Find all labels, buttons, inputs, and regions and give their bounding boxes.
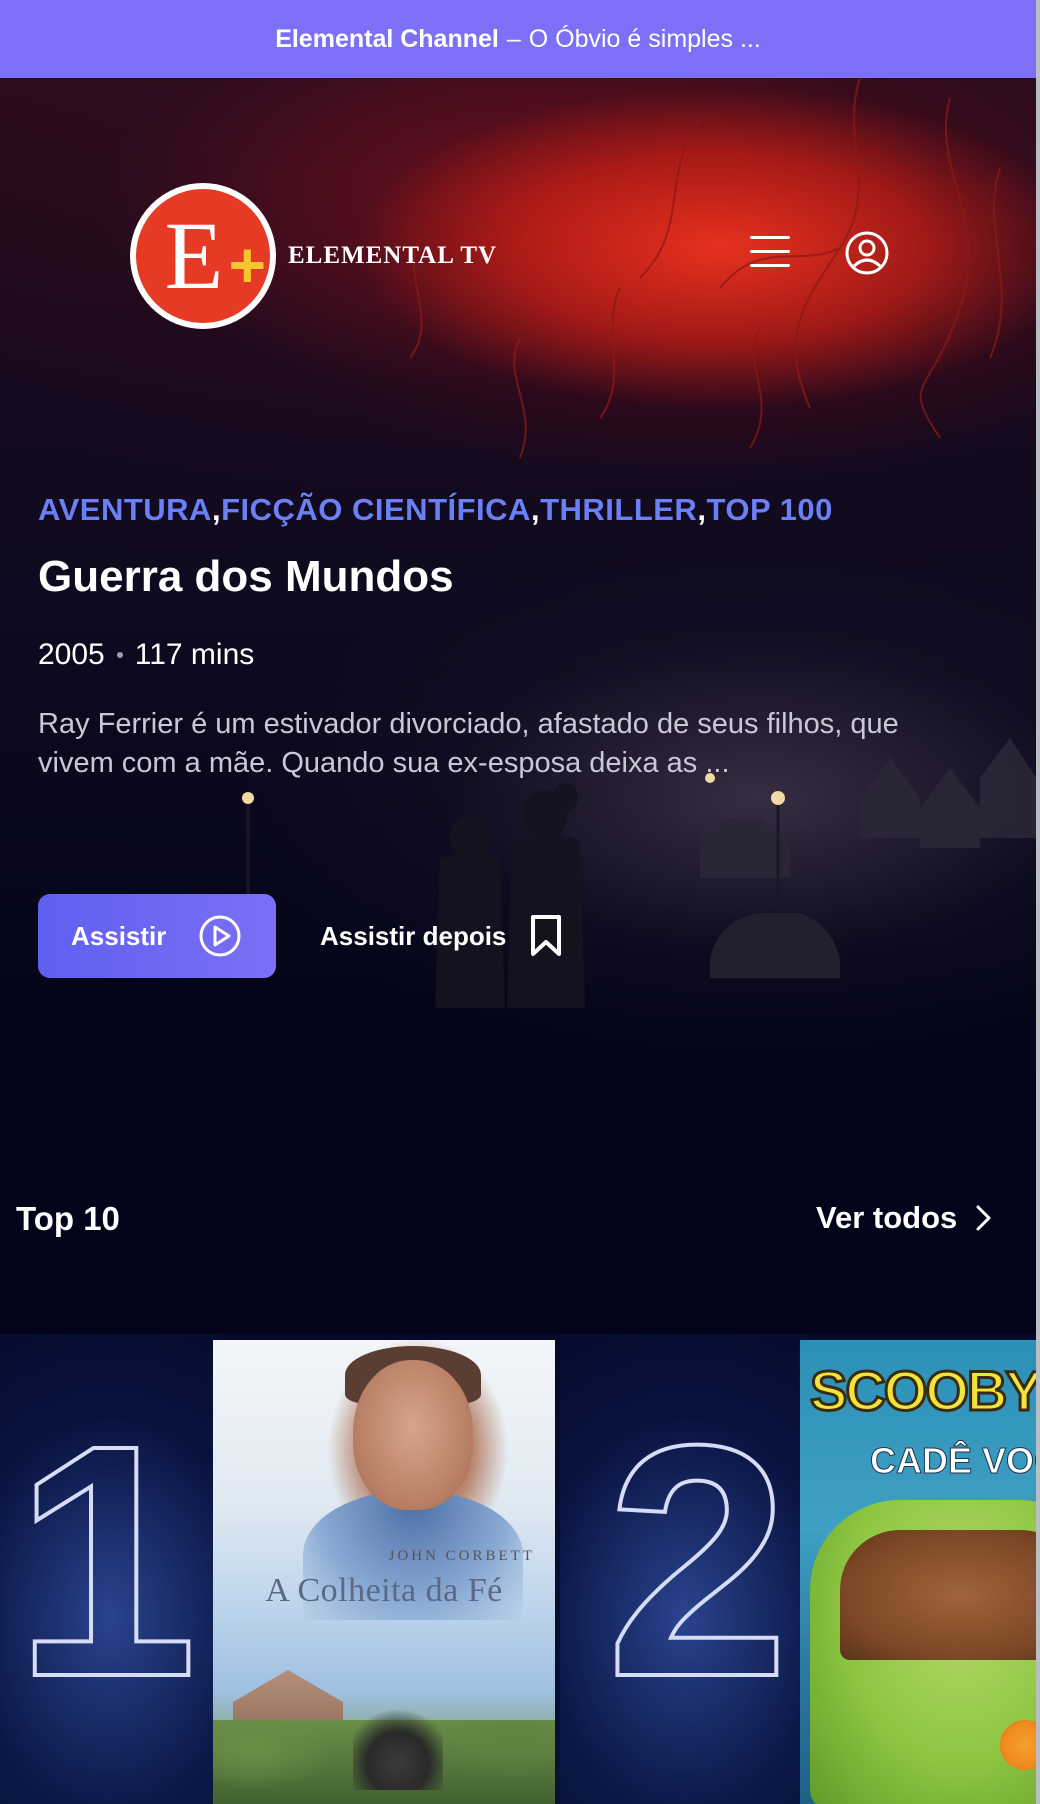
rank-number: 2: [604, 1376, 792, 1745]
logo-badge: E +: [130, 183, 276, 329]
poster-title: SCOOBY-D: [809, 1358, 1036, 1424]
logo-letter: E: [164, 202, 224, 309]
watch-button-label: Assistir: [71, 920, 167, 951]
browser-edge: [1036, 0, 1040, 1804]
genre-separator: ,: [530, 492, 541, 527]
meta-dot: [116, 652, 123, 658]
genre-separator: ,: [211, 492, 222, 527]
rank-number: 1: [12, 1376, 200, 1745]
user-circle-icon[interactable]: [844, 230, 890, 276]
movie-title: Guerra dos Mundos: [38, 552, 454, 601]
movie-year: 2005: [38, 638, 105, 671]
menu-line: [750, 236, 790, 239]
logo-wordmark: ELEMENTAL TV: [288, 242, 498, 269]
bookmark-icon: [531, 915, 562, 956]
banner-separator: –: [506, 24, 521, 53]
genre-list: AVENTURA,FICÇÃO CIENTÍFICA,THRILLER,TOP …: [38, 492, 833, 528]
see-all-link[interactable]: Ver todos: [816, 1200, 993, 1236]
poster-title: A Colheita da Fé: [265, 1572, 503, 1609]
section-title-top10: Top 10: [16, 1200, 120, 1237]
banner-brand: Elemental Channel: [275, 24, 499, 53]
watch-later-button[interactable]: Assistir depois: [320, 908, 562, 964]
genre-link[interactable]: TOP 100: [706, 492, 832, 527]
logo-plus: +: [228, 229, 266, 301]
poster-a-colheita-da-fe[interactable]: JOHN CORBETT A Colheita da Fé: [213, 1340, 555, 1804]
see-all-label: Ver todos: [816, 1200, 958, 1235]
poster-art-window: [840, 1530, 1036, 1660]
genre-link[interactable]: THRILLER: [540, 492, 697, 527]
banner-tagline: O Óbvio é simples ...: [528, 24, 761, 53]
poster-scooby-doo[interactable]: SCOOBY-D CADÊ VOC: [800, 1340, 1036, 1804]
poster-art-tractor: [353, 1700, 443, 1790]
genre-link[interactable]: AVENTURA: [38, 492, 212, 527]
menu-line: [750, 250, 790, 253]
menu-line: [750, 264, 790, 267]
poster-art-face: [353, 1360, 473, 1510]
movie-duration: 117 mins: [134, 638, 255, 671]
poster-subtitle: CADÊ VOC: [869, 1440, 1036, 1482]
play-circle-icon: [199, 915, 241, 957]
genre-link[interactable]: FICÇÃO CIENTÍFICA: [221, 492, 531, 527]
watch-button[interactable]: Assistir: [38, 894, 276, 978]
hamburger-menu-icon[interactable]: [750, 236, 792, 268]
movie-meta: 2005 117 mins: [38, 638, 254, 672]
announcement-banner: Elemental Channel – O Óbvio é simples ..…: [0, 0, 1036, 78]
chevron-right-icon: [976, 1205, 991, 1231]
movie-synopsis: Ray Ferrier é um estivador divorciado, a…: [38, 708, 899, 779]
poster-actor-name: JOHN CORBETT: [388, 1548, 535, 1564]
watch-later-label: Assistir depois: [320, 920, 507, 951]
top10-carousel[interactable]: 1 JOHN CORBETT A Colheita da Fé 2 SCOOBY…: [0, 1334, 1036, 1804]
site-logo[interactable]: E + ELEMENTAL TV: [130, 183, 497, 329]
